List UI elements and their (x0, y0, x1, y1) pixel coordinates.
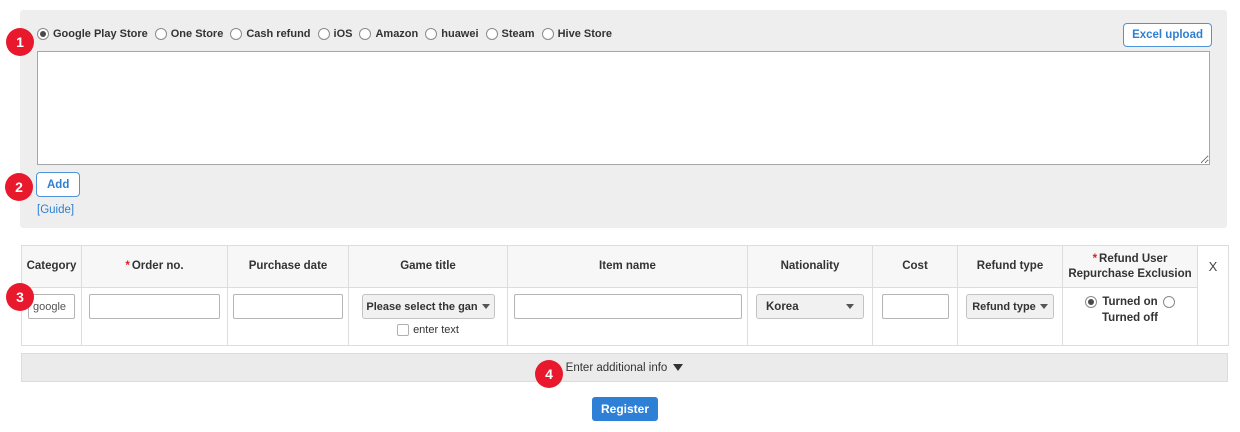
item-name-input[interactable] (514, 294, 742, 319)
required-marker: * (125, 260, 129, 272)
guide-link[interactable]: [Guide] (37, 204, 74, 216)
nationality-cell: Korea (748, 288, 873, 346)
bulk-register-panel: Google Play Store One Store Cash refund … (20, 10, 1227, 228)
store-option-label: Google Play Store (53, 28, 148, 40)
refund-type-dropdown[interactable]: Refund type (966, 294, 1054, 319)
required-marker: * (1093, 253, 1097, 265)
register-button[interactable]: Register (592, 397, 658, 421)
caret-down-icon (1040, 304, 1048, 309)
radio-selected-icon (37, 28, 49, 40)
refund-type-cell: Refund type (958, 288, 1063, 346)
store-option-label: Amazon (375, 28, 418, 40)
table-data-row: Please select the gan enter text Korea (22, 288, 1229, 346)
store-option-label: Cash refund (246, 28, 310, 40)
store-option-steam[interactable]: Steam (486, 28, 535, 40)
header-purchase-date: Purchase date (228, 246, 349, 288)
header-order-no: *Order no. (82, 246, 228, 288)
nationality-dropdown[interactable]: Korea (756, 294, 864, 319)
radio-icon (425, 28, 437, 40)
item-name-cell (508, 288, 748, 346)
store-option-one-store[interactable]: One Store (155, 28, 224, 40)
store-radio-group: Google Play Store One Store Cash refund … (37, 28, 612, 40)
header-cost: Cost (873, 246, 958, 288)
cost-cell (873, 288, 958, 346)
order-entry-table: Category *Order no. Purchase date Game t… (21, 245, 1229, 346)
store-option-ios[interactable]: iOS (318, 28, 353, 40)
annotation-badge-4: 4 (535, 360, 563, 388)
bulk-order-textarea[interactable] (37, 51, 1210, 165)
turned-off-radio[interactable] (1163, 296, 1175, 308)
triangle-down-icon (673, 364, 683, 371)
purchase-date-cell (228, 288, 349, 346)
turned-off-label: Turned off (1066, 312, 1194, 324)
delete-row-button[interactable]: X (1198, 246, 1229, 346)
radio-icon (359, 28, 371, 40)
game-title-cell: Please select the gan enter text (349, 288, 508, 346)
order-no-cell (82, 288, 228, 346)
radio-icon (542, 28, 554, 40)
purchase-date-input[interactable] (233, 294, 343, 319)
store-option-label: Hive Store (558, 28, 612, 40)
annotation-badge-2: 2 (5, 173, 33, 201)
header-refund-user-repurchase-exclusion: *Refund User Repurchase Exclusion (1063, 246, 1198, 288)
header-nationality: Nationality (748, 246, 873, 288)
store-option-label: Steam (502, 28, 535, 40)
add-button[interactable]: Add (36, 172, 80, 197)
checkbox-icon (397, 324, 409, 336)
enter-text-checkbox-row[interactable]: enter text (352, 324, 504, 336)
header-refund-type: Refund type (958, 246, 1063, 288)
turned-on-label: Turned on (1102, 296, 1157, 308)
radio-icon (155, 28, 167, 40)
store-option-google-play-store[interactable]: Google Play Store (37, 28, 148, 40)
store-option-cash-refund[interactable]: Cash refund (230, 28, 310, 40)
store-option-huawei[interactable]: huawei (425, 28, 478, 40)
header-game-title: Game title (349, 246, 508, 288)
store-option-label: huawei (441, 28, 478, 40)
game-title-dropdown[interactable]: Please select the gan (362, 294, 495, 319)
radio-icon (486, 28, 498, 40)
enter-text-label: enter text (413, 324, 459, 336)
annotation-badge-3: 3 (6, 283, 34, 311)
additional-info-label: Enter additional info (566, 362, 668, 374)
radio-icon (318, 28, 330, 40)
header-item-name: Item name (508, 246, 748, 288)
excel-upload-button[interactable]: Excel upload (1123, 23, 1212, 47)
table-header-row: Category *Order no. Purchase date Game t… (22, 246, 1229, 288)
caret-down-icon (482, 304, 490, 309)
caret-down-icon (846, 304, 854, 309)
order-no-input[interactable] (89, 294, 220, 319)
cost-input[interactable] (882, 294, 949, 319)
turned-on-radio[interactable] (1085, 296, 1097, 308)
additional-info-toggle[interactable]: Enter additional info (21, 353, 1228, 382)
store-option-amazon[interactable]: Amazon (359, 28, 418, 40)
header-category: Category (22, 246, 82, 288)
store-option-hive-store[interactable]: Hive Store (542, 28, 612, 40)
radio-icon (230, 28, 242, 40)
category-input[interactable] (28, 294, 75, 319)
store-option-label: One Store (171, 28, 224, 40)
annotation-badge-1: 1 (6, 28, 34, 56)
repurchase-exclusion-cell: Turned on Turned off (1063, 288, 1198, 346)
store-option-label: iOS (334, 28, 353, 40)
